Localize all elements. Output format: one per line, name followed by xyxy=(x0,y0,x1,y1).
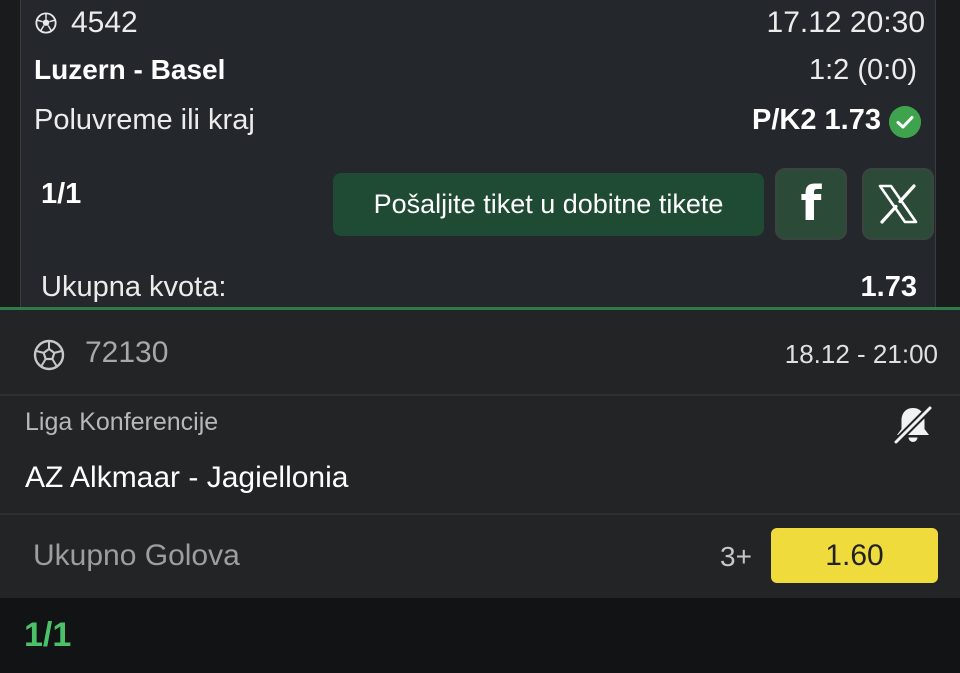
event-id: 4542 xyxy=(71,6,138,39)
ticket-header: 4542 17.12 20:30 xyxy=(21,4,935,42)
check-circle-icon xyxy=(889,106,921,138)
sheet-count: 1/1 xyxy=(24,616,72,654)
bet-pick: P/K2 1.73 xyxy=(752,104,881,136)
sheet-market: Ukupno Golova xyxy=(33,539,240,572)
bet-slip-sheet: 72130 18.12 - 21:00 Liga Konferencije AZ… xyxy=(0,307,960,673)
match-score: 1:2 (0:0) xyxy=(809,54,917,86)
divider xyxy=(0,513,960,515)
sheet-event-id: 72130 xyxy=(85,336,169,369)
total-odds-label: Ukupna kvota: xyxy=(41,271,227,303)
facebook-icon: f xyxy=(800,176,822,232)
bet-market: Poluvreme ili kraj xyxy=(34,104,255,136)
odd-button[interactable]: 1.60 xyxy=(771,528,938,583)
sheet-footer: 1/1 xyxy=(0,598,960,673)
send-to-winning-tickets-button[interactable]: Pošaljite tiket u dobitne tikete xyxy=(333,173,764,236)
soccer-ball-icon xyxy=(35,12,57,34)
match-name: AZ Alkmaar - Jagiellonia xyxy=(25,461,349,494)
sheet-event-datetime: 18.12 - 21:00 xyxy=(784,339,938,369)
sheet-pick: 3+ xyxy=(720,541,752,572)
total-odds-value: 1.73 xyxy=(860,271,917,303)
league-name: Liga Konferencije xyxy=(25,408,219,436)
x-share-button[interactable] xyxy=(862,168,934,240)
soccer-ball-icon xyxy=(33,339,65,371)
sheet-header: 72130 18.12 - 21:00 xyxy=(0,310,960,396)
bell-off-icon[interactable] xyxy=(890,402,936,448)
ticket-card: 4542 17.12 20:30 Luzern - Basel 1:2 (0:0… xyxy=(20,0,936,308)
match-teams: Luzern - Basel xyxy=(34,54,226,85)
ticket-count: 1/1 xyxy=(41,178,82,210)
facebook-share-button[interactable]: f xyxy=(775,168,847,240)
event-datetime: 17.12 20:30 xyxy=(766,6,925,39)
x-icon xyxy=(878,184,918,224)
